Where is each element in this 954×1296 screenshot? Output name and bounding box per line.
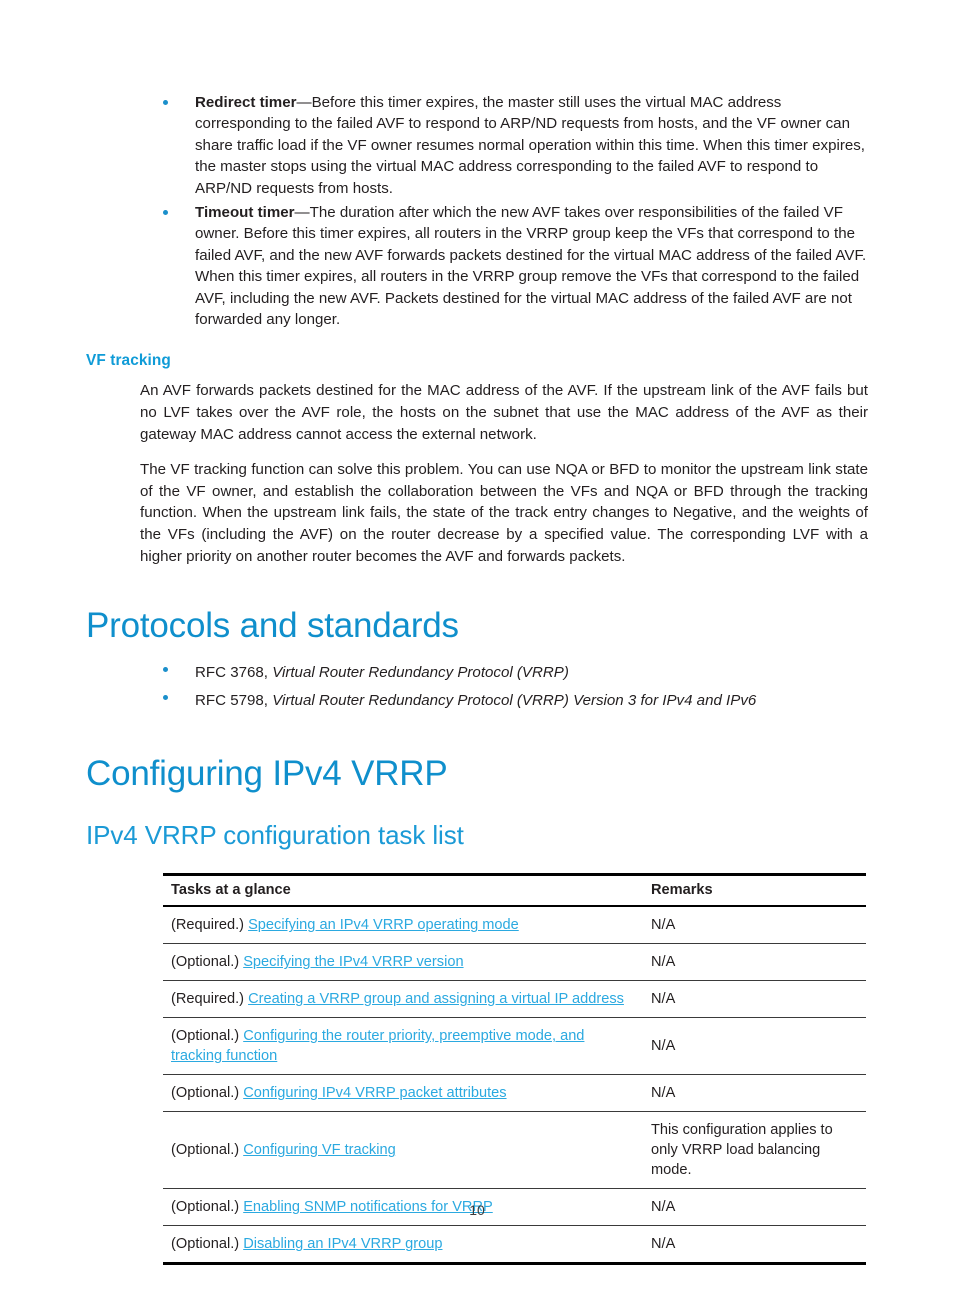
list-item: Timeout timer—The duration after which t… [86,202,868,330]
rfc-title: Virtual Router Redundancy Protocol (VRRP… [272,664,569,682]
remarks-cell: N/A [643,1225,866,1266]
task-link[interactable]: Specifying an IPv4 VRRP operating mode [248,917,519,933]
rfc-prefix: RFC 3768, [195,664,273,682]
bullet-dot-icon [163,210,168,216]
task-requirement: (Optional.) [171,954,244,971]
task-requirement: (Required.) [171,917,249,934]
table-row: (Optional.) Specifying the IPv4 VRRP ver… [163,943,866,982]
remarks-cell: N/A [643,1017,866,1076]
task-cell: (Optional.) Configuring VF tracking [163,1111,643,1190]
page-title-configuring-ipv4-vrrp: Configuring IPv4 VRRP [86,754,448,794]
page-content: Redirect timer—Before this timer expires… [86,92,868,1266]
bullet-dot-icon [163,667,168,673]
section-heading-vf-tracking: VF tracking [86,352,171,370]
task-requirement: (Optional.) [171,1085,244,1102]
list-item: Redirect timer—Before this timer expires… [86,92,868,199]
bullet-term: Timeout timer [195,204,295,222]
task-link[interactable]: Configuring VF tracking [243,1142,396,1158]
bullet-term: Redirect timer [195,94,297,111]
remarks-cell: This configuration applies to only VRRP … [643,1111,866,1190]
column-header-remarks: Remarks [643,873,866,908]
task-cell: (Optional.) Configuring IPv4 VRRP packet… [163,1074,643,1113]
task-requirement: (Optional.) [171,1142,244,1159]
bullet-dot-icon [163,695,168,701]
rfc-title: Virtual Router Redundancy Protocol (VRRP… [272,692,757,710]
list-item: RFC 5798, Virtual Router Redundancy Prot… [86,687,868,715]
table-row: (Optional.) Disabling an IPv4 VRRP group… [163,1225,866,1266]
task-link[interactable]: Disabling an IPv4 VRRP group [243,1236,442,1252]
task-cell: (Optional.) Specifying the IPv4 VRRP ver… [163,943,643,982]
rfc-prefix: RFC 5798, [195,692,273,710]
task-requirement: (Required.) [171,991,249,1008]
remarks-cell: N/A [643,980,866,1019]
task-cell: (Optional.) Disabling an IPv4 VRRP group [163,1225,643,1266]
page-number: 10 [469,1202,485,1218]
remarks-cell: N/A [643,1074,866,1113]
document-page: Redirect timer—Before this timer expires… [0,0,954,1296]
table-row: (Optional.) Configuring VF tracking This… [163,1111,866,1190]
bullet-text: —The duration after which the new AVF ta… [195,204,867,329]
remarks-cell: N/A [643,943,866,982]
table-header-row: Tasks at a glance Remarks [163,873,866,908]
vf-tracking-paragraph-1: An AVF forwards packets destined for the… [140,382,868,443]
task-requirement: (Optional.) [171,1028,244,1045]
section-heading-ipv4-vrrp-task-list: IPv4 VRRP configuration task list [86,820,464,851]
task-cell: (Optional.) Configuring the router prior… [163,1017,643,1076]
task-requirement: (Optional.) [171,1236,244,1253]
table-row: (Required.) Creating a VRRP group and as… [163,980,866,1019]
page-title-protocols-and-standards: Protocols and standards [86,606,459,646]
remarks-cell: N/A [643,906,866,945]
table-row: (Required.) Specifying an IPv4 VRRP oper… [163,906,866,945]
bullet-dot-icon [163,100,168,105]
table-row: (Optional.) Configuring the router prior… [163,1017,866,1076]
table-row: (Optional.) Configuring IPv4 VRRP packet… [163,1074,866,1113]
task-link[interactable]: Creating a VRRP group and assigning a vi… [248,991,624,1007]
timer-bullet-list: Redirect timer—Before this timer expires… [86,92,868,330]
task-cell: (Required.) Specifying an IPv4 VRRP oper… [163,906,643,945]
vf-tracking-paragraph-2: The VF tracking function can solve this … [140,461,868,565]
column-header-tasks: Tasks at a glance [163,873,643,908]
task-link[interactable]: Specifying the IPv4 VRRP version [243,954,463,970]
task-cell: (Required.) Creating a VRRP group and as… [163,980,643,1019]
list-item: RFC 3768, Virtual Router Redundancy Prot… [86,659,868,687]
task-link[interactable]: Configuring IPv4 VRRP packet attributes [243,1085,506,1101]
protocols-list: RFC 3768, Virtual Router Redundancy Prot… [86,659,868,715]
